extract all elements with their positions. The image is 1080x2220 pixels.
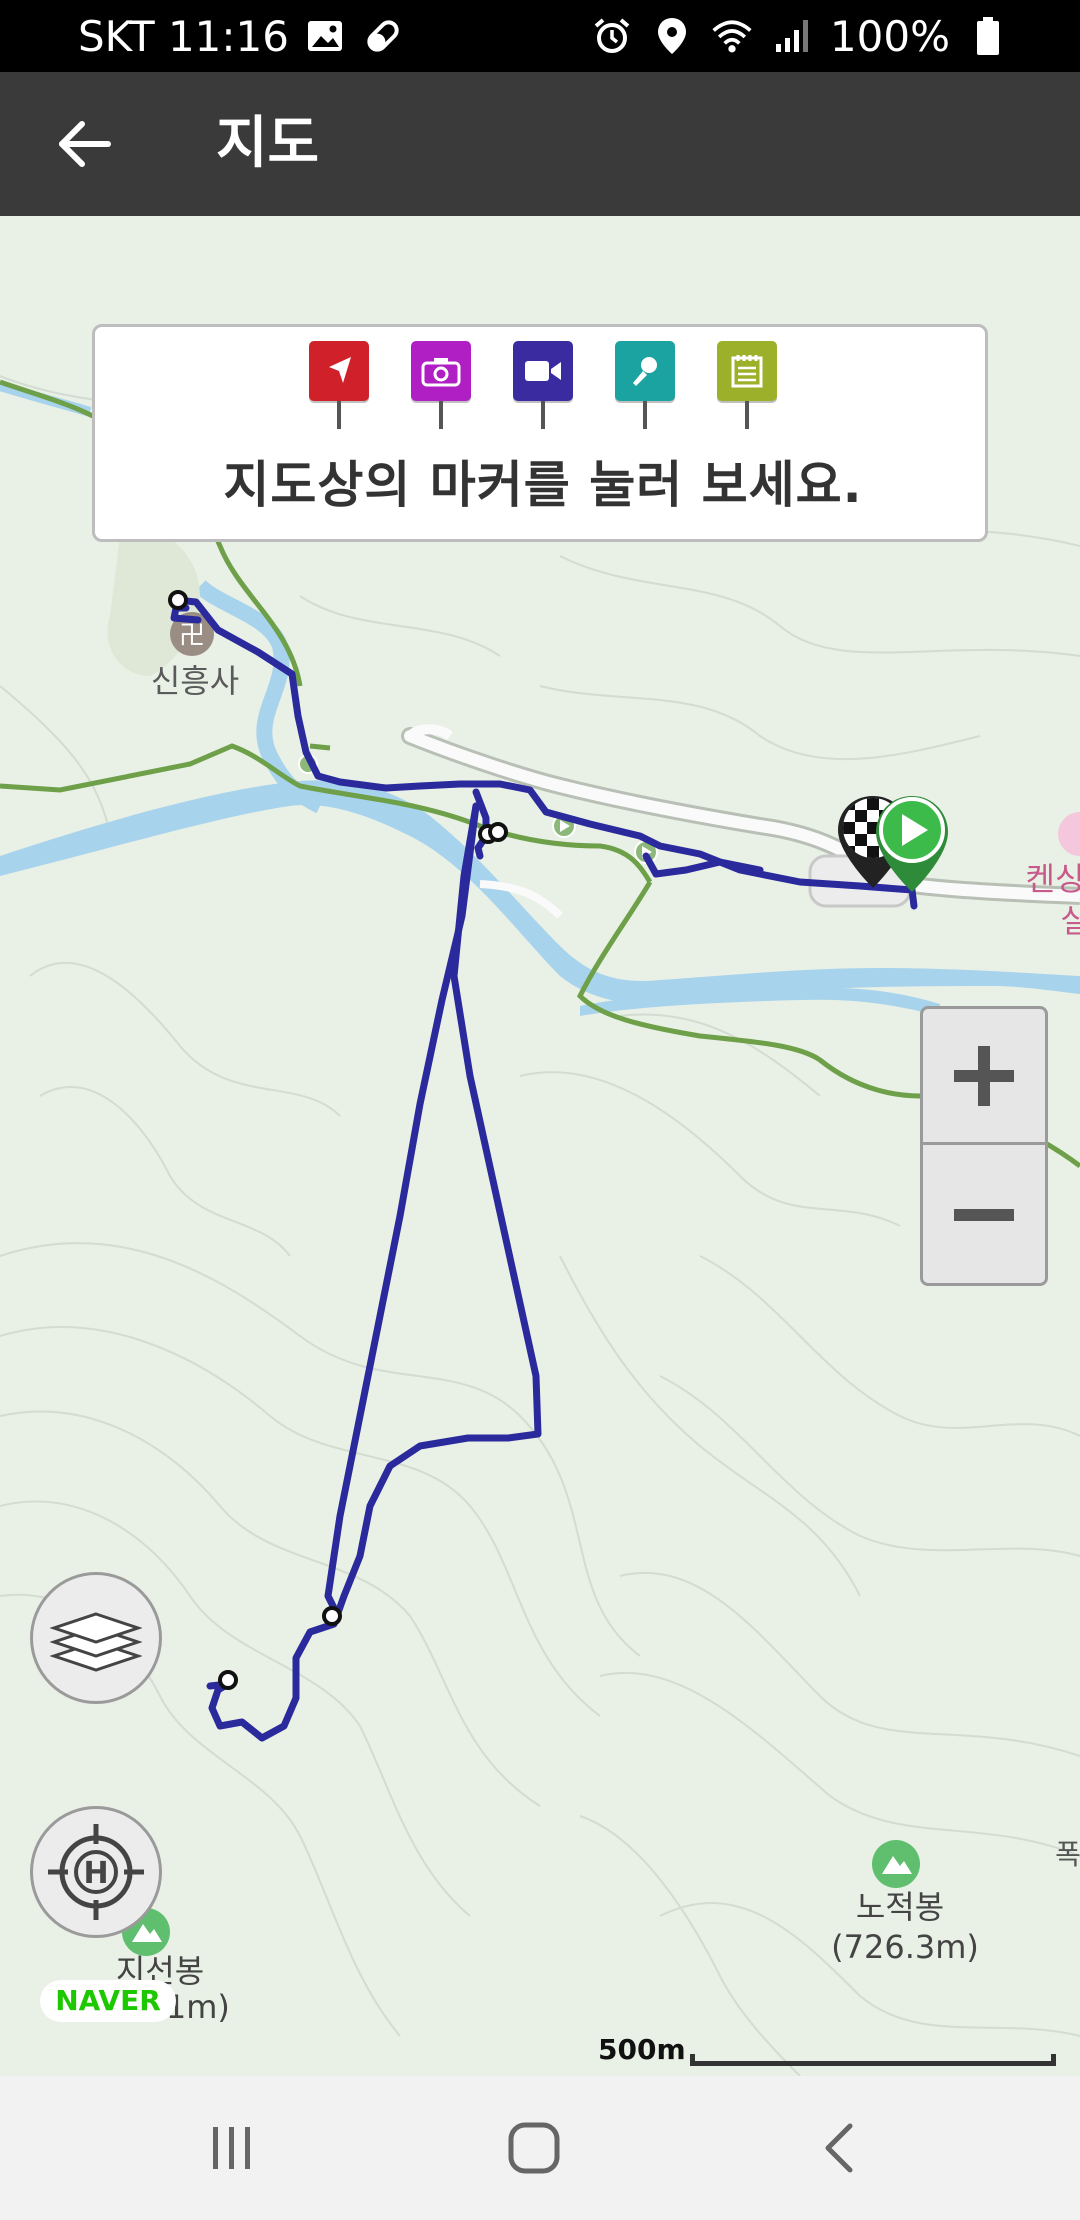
notepad-icon [717,341,777,401]
scale-bar: 500m [598,2030,1060,2070]
map-label-kensing-2: 실 [1060,902,1080,940]
arrow-left-icon [59,121,111,167]
alarm-icon [590,14,634,58]
wifi-icon [710,14,754,58]
legend-marker-memo [717,341,777,437]
status-right: 100% [590,0,1010,72]
minus-icon [954,1209,1014,1221]
scale-line [690,2054,1056,2066]
system-nav-bar [0,2076,1080,2220]
page-title: 지도 [216,111,320,176]
svg-text:卍: 卍 [179,621,205,651]
back-chevron-icon [825,2123,853,2173]
status-bar: SKT 11:16 100% [0,0,1080,72]
map-label-temple: 신흥사 [150,662,240,700]
map-label-nojeok: 노적봉 [855,1888,945,1926]
legend-marker-video [513,341,573,437]
layers-icon [50,1612,142,1672]
battery-text: 100% [829,11,950,61]
home-icon [508,2122,560,2174]
legend-instruction: 지도상의 마커를 눌러 보세요. [223,456,863,514]
location-icon [650,14,694,58]
legend-marker-direction [309,341,369,437]
image-icon [303,14,347,58]
crosshair-h-icon: H [48,1824,144,1920]
map-view[interactable]: 卍 신흥사 노적봉 (726.3m) 지선봉 켄싱 실 폭 H NAVER 50… [0,216,1080,2076]
recents-button[interactable] [152,2076,312,2220]
screen: SKT 11:16 100% 지도 卍 신흥사 노적봉 (726.3m) 지선봉… [0,0,1080,2220]
system-back-button[interactable] [758,2076,918,2220]
zoom-out-button[interactable] [923,1147,1045,1283]
naver-logo: NAVER [40,1980,176,2022]
navigation-arrow-icon [309,341,369,401]
mountain-peak-icon [872,1840,920,1888]
zoom-control [920,1006,1048,1286]
map-label-kensing: 켄싱 [1025,860,1080,898]
map-label-nojeok-height: (726.3m) [831,1928,979,1966]
pill-icon [361,14,405,58]
battery-icon [966,14,1010,58]
back-button[interactable] [44,108,124,180]
plus-icon [954,1045,1014,1106]
svg-text:H: H [83,1856,108,1891]
zoom-in-button[interactable] [923,1009,1045,1145]
marker-legend: 지도상의 마커를 눌러 보세요. [92,324,988,542]
carrier-time: SKT 11:16 [78,11,289,61]
legend-marker-voice [615,341,675,437]
legend-markers [95,341,991,437]
recents-icon [213,2127,250,2169]
app-bar: 지도 [0,72,1080,216]
layers-button[interactable] [30,1572,162,1704]
signal-icon [770,14,814,58]
scale-label: 500m [598,2033,686,2066]
camera-icon [411,341,471,401]
legend-marker-photo [411,341,471,437]
microphone-icon [615,341,675,401]
status-left: SKT 11:16 [78,0,405,72]
home-button[interactable] [454,2076,614,2220]
map-label-pok: 폭 [1055,1838,1080,1871]
locate-button[interactable]: H [30,1806,162,1938]
video-icon [513,341,573,401]
